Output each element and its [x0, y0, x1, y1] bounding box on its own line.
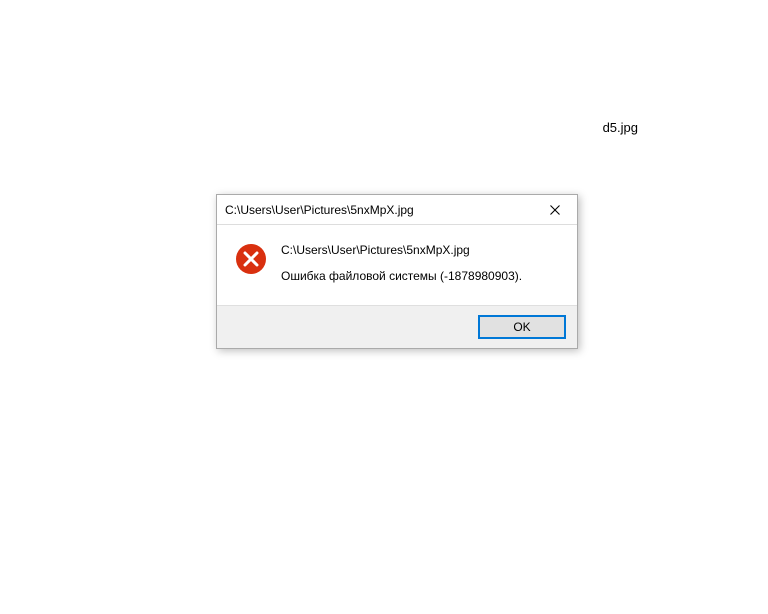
dialog-message-heading: C:\Users\User\Pictures\5nxMpX.jpg: [281, 243, 561, 257]
close-button[interactable]: [532, 195, 577, 224]
dialog-message-body: Ошибка файловой системы (-1878980903).: [281, 269, 561, 283]
error-dialog: C:\Users\User\Pictures\5nxMpX.jpg C:\Use…: [216, 194, 578, 349]
error-icon: [235, 243, 267, 275]
dialog-titlebar[interactable]: C:\Users\User\Pictures\5nxMpX.jpg: [217, 195, 577, 225]
background-file-label: d5.jpg: [603, 120, 638, 135]
dialog-body: C:\Users\User\Pictures\5nxMpX.jpg Ошибка…: [217, 225, 577, 305]
dialog-button-bar: OK: [217, 305, 577, 348]
ok-button[interactable]: OK: [479, 316, 565, 338]
dialog-message-column: C:\Users\User\Pictures\5nxMpX.jpg Ошибка…: [281, 243, 561, 283]
close-icon: [550, 205, 560, 215]
dialog-title: C:\Users\User\Pictures\5nxMpX.jpg: [225, 203, 414, 217]
